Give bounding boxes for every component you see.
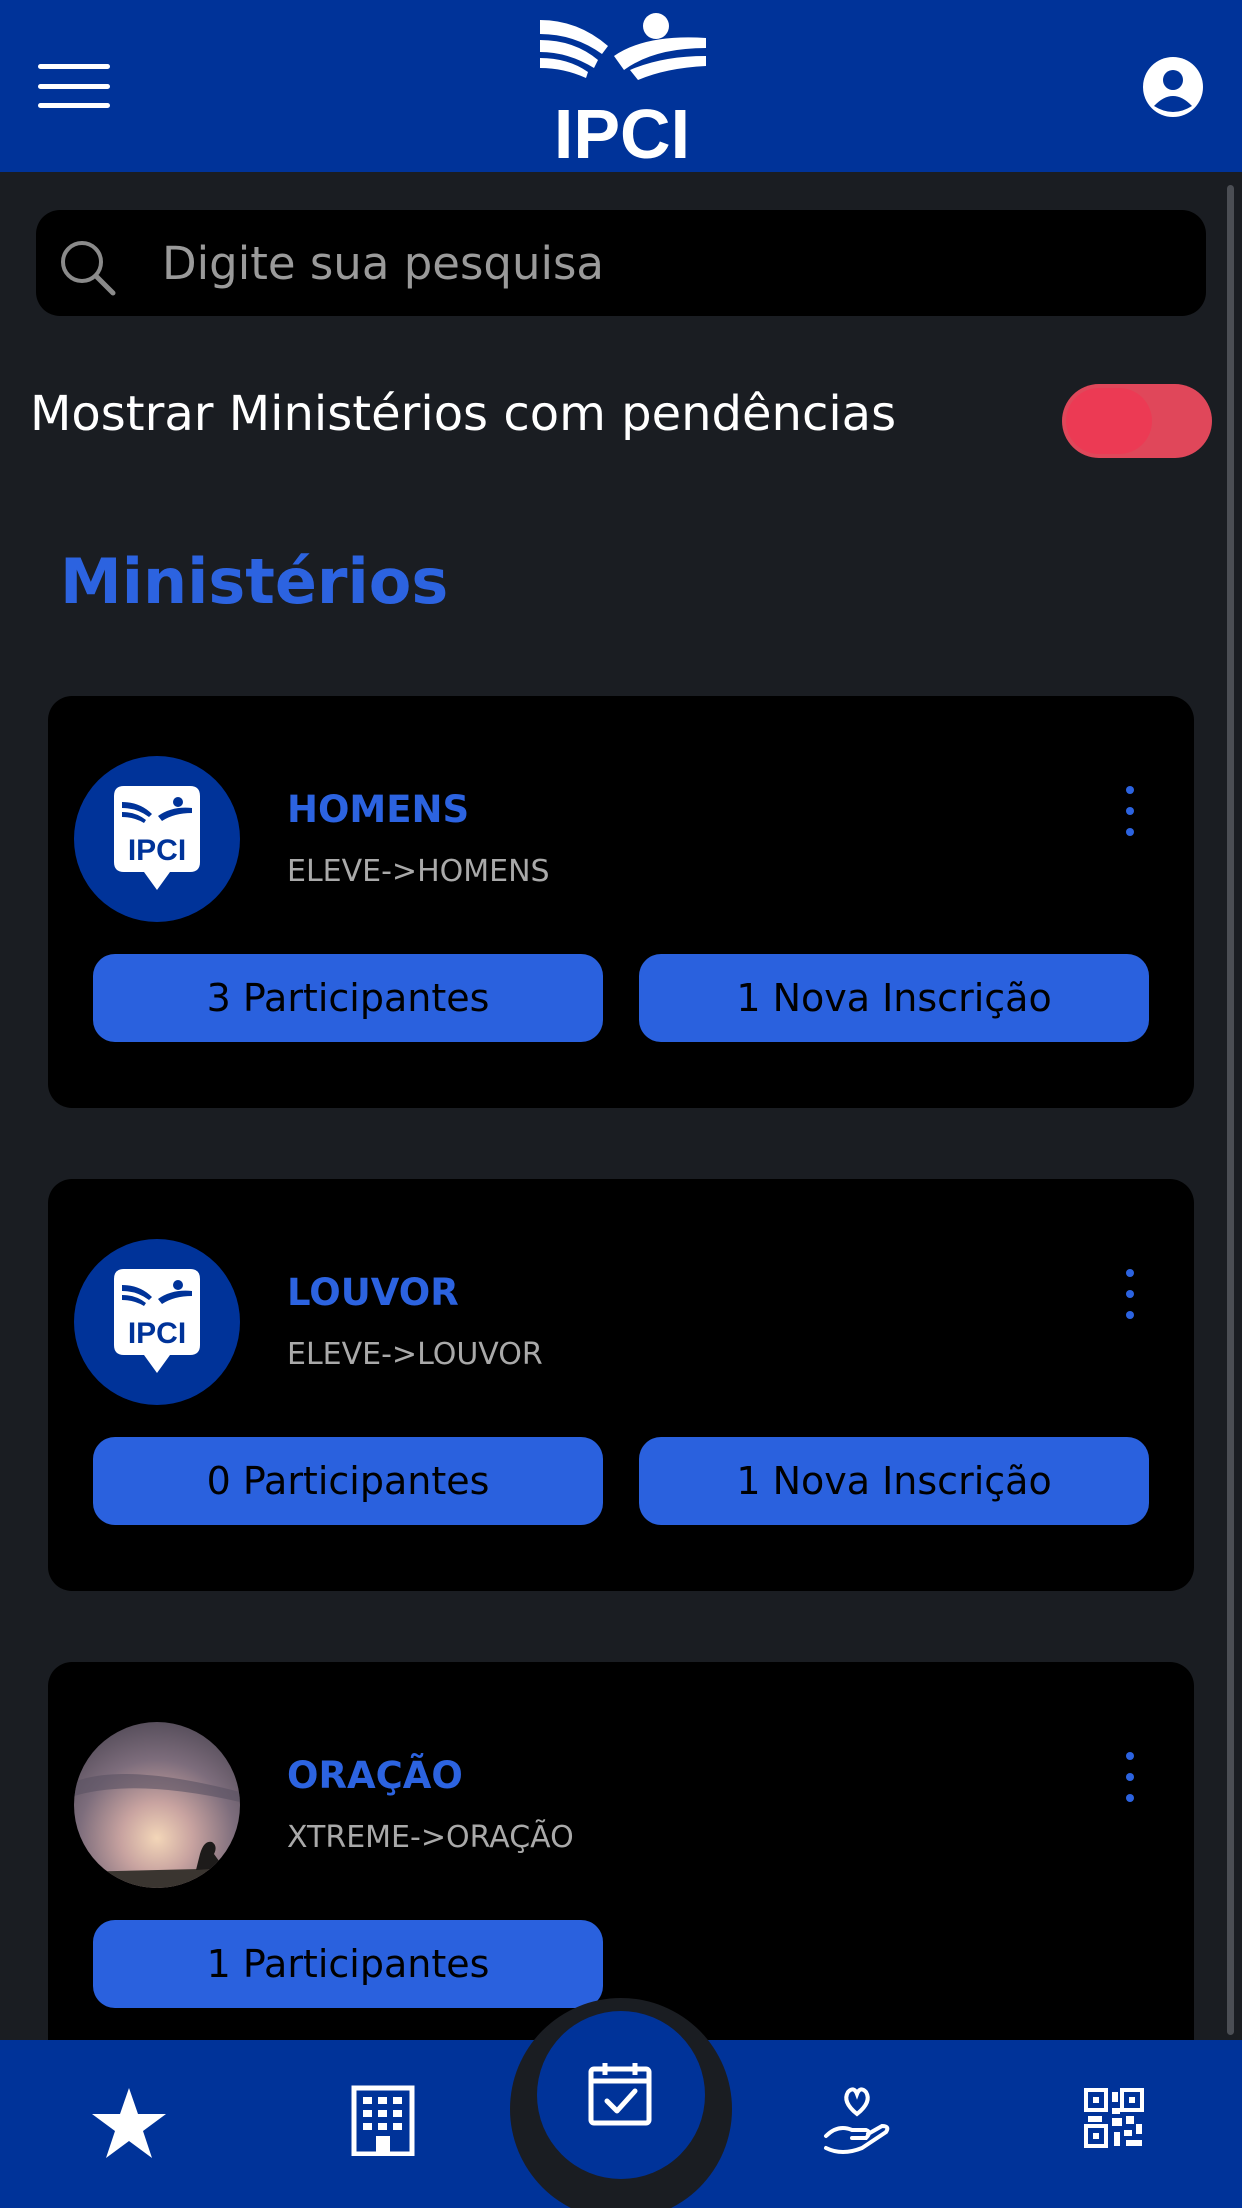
logo-text: IPCI [554, 95, 690, 162]
ipci-badge-icon: IPCI [114, 1269, 200, 1373]
ministry-title: HOMENS [287, 788, 470, 831]
participants-button[interactable]: 3 Participantes [93, 954, 603, 1042]
pending-filter-label: Mostrar Ministérios com pendências [30, 386, 897, 442]
participants-button[interactable]: 1 Participantes [93, 1920, 603, 2008]
more-options-icon[interactable] [1120, 1752, 1140, 1802]
pending-filter-toggle[interactable] [1062, 384, 1212, 458]
search-icon [61, 241, 116, 296]
section-title: Ministérios [60, 545, 449, 618]
svg-text:IPCI: IPCI [128, 834, 186, 867]
toggle-knob [1066, 388, 1152, 454]
praying-silhouette-icon [74, 1774, 240, 1888]
ministry-photo [74, 1722, 240, 1888]
hamburger-menu-icon[interactable] [38, 64, 110, 108]
more-options-icon[interactable] [1120, 1269, 1140, 1319]
new-signups-button[interactable]: 1 Nova Inscrição [639, 954, 1149, 1042]
ministry-avatar: IPCI [74, 1239, 240, 1405]
ministry-avatar: IPCI [74, 756, 240, 922]
top-app-bar: IPCI [0, 0, 1242, 172]
ipci-logo: IPCI [540, 13, 706, 162]
more-options-icon[interactable] [1120, 786, 1140, 836]
ministry-title: LOUVOR [287, 1271, 459, 1314]
svg-text:IPCI: IPCI [128, 1317, 186, 1350]
ministry-card[interactable]: IPCI HOMENS ELEVE->HOMENS 3 Participante… [48, 696, 1194, 1108]
app-screen: IPCI Digite sua pesquisa Mostrar Ministé… [0, 0, 1242, 2208]
ministry-subtitle: XTREME->ORAÇÃO [287, 1820, 574, 1855]
qr-code-icon[interactable] [1084, 2088, 1144, 2148]
star-icon[interactable] [90, 2086, 168, 2160]
account-circle-icon[interactable] [1142, 56, 1204, 118]
heart-hand-icon[interactable] [822, 2086, 892, 2156]
scrollbar[interactable] [1227, 185, 1234, 2035]
ministry-subtitle: ELEVE->LOUVOR [287, 1337, 543, 1372]
pending-filter-row: Mostrar Ministérios com pendências [30, 380, 1212, 460]
calendar-check-icon [588, 2063, 652, 2126]
ministry-card[interactable]: IPCI LOUVOR ELEVE->LOUVOR 0 Participante… [48, 1179, 1194, 1591]
participants-button[interactable]: 0 Participantes [93, 1437, 603, 1525]
nav-center-button[interactable] [537, 2011, 705, 2179]
ministry-title: ORAÇÃO [287, 1754, 463, 1797]
ipci-badge-icon: IPCI [114, 786, 200, 890]
search-bar[interactable]: Digite sua pesquisa [36, 210, 1206, 316]
search-input[interactable]: Digite sua pesquisa [162, 238, 604, 290]
ministry-subtitle: ELEVE->HOMENS [287, 854, 550, 889]
new-signups-button[interactable]: 1 Nova Inscrição [639, 1437, 1149, 1525]
building-icon[interactable] [350, 2084, 416, 2156]
